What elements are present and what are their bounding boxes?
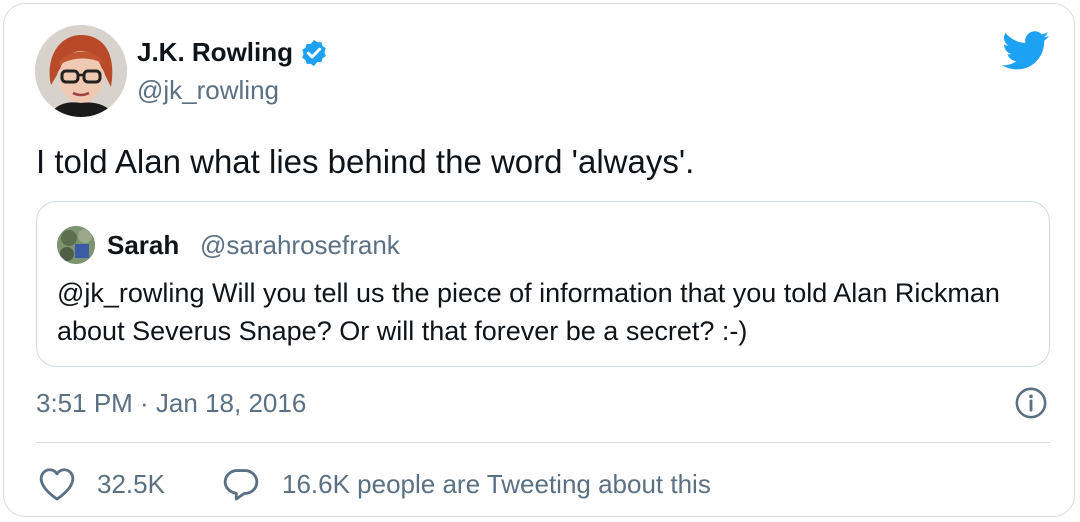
tweet-card[interactable]: J.K. Rowling @jk_rowling I told Alan wha…: [3, 3, 1075, 517]
quoted-author-handle[interactable]: @sarahrosefrank: [200, 230, 400, 261]
quoted-author-avatar[interactable]: [57, 226, 95, 264]
speech-bubble-icon[interactable]: [222, 466, 260, 502]
tweeting-about-link[interactable]: 16.6K people are Tweeting about this: [282, 469, 711, 500]
twitter-bird-icon[interactable]: [1002, 30, 1050, 72]
like-count[interactable]: 32.5K: [97, 469, 165, 500]
quoted-author-name[interactable]: Sarah: [107, 230, 179, 261]
author-name[interactable]: J.K. Rowling: [137, 37, 293, 68]
author-handle[interactable]: @jk_rowling: [137, 75, 279, 106]
divider: [36, 442, 1050, 443]
tweet-text: I told Alan what lies behind the word 'a…: [36, 143, 695, 180]
author-name-row[interactable]: J.K. Rowling: [137, 37, 329, 68]
quoted-tweet[interactable]: Sarah @sarahrosefrank @jk_rowling Will y…: [36, 201, 1050, 367]
heart-icon[interactable]: [38, 466, 76, 502]
quoted-tweet-text: @jk_rowling Will you tell us the piece o…: [57, 278, 1000, 346]
info-icon[interactable]: [1014, 386, 1048, 420]
verified-badge-icon: [299, 38, 329, 68]
author-avatar[interactable]: [35, 25, 127, 117]
tweet-timestamp[interactable]: 3:51 PM · Jan 18, 2016: [36, 388, 306, 419]
